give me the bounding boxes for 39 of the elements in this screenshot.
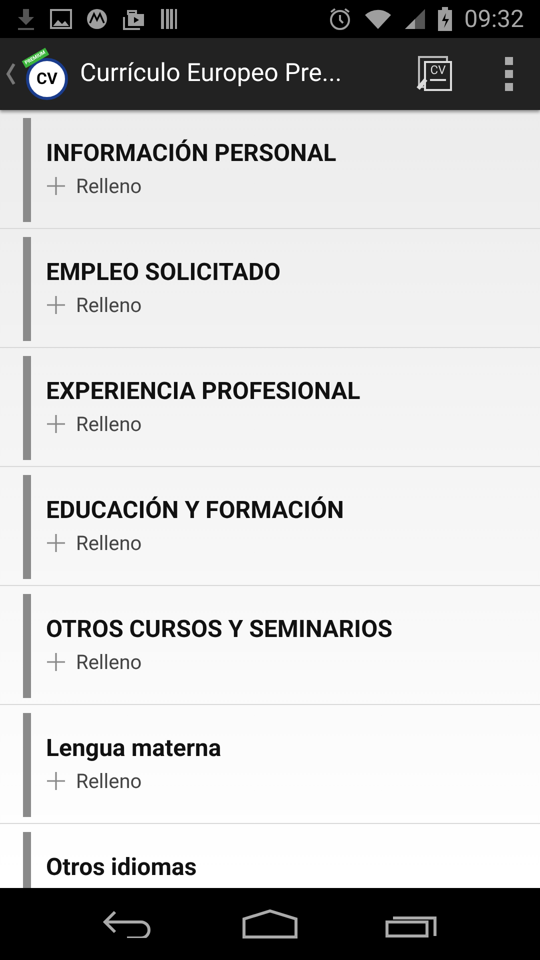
section-title: INFORMACIÓN PERSONAL <box>46 138 336 168</box>
back-caret-icon <box>6 63 16 85</box>
section-card[interactable]: EXPERIENCIA PROFESIONAL Relleno <box>0 348 540 467</box>
home-icon[interactable] <box>242 909 298 939</box>
circle-logo-icon <box>86 8 108 30</box>
section-card[interactable]: EDUCACIÓN Y FORMACIÓN Relleno <box>0 467 540 586</box>
section-card[interactable]: EMPLEO SOLICITADO Relleno <box>0 229 540 348</box>
clock-time: 09:32 <box>464 7 524 31</box>
alarm-icon <box>328 7 352 31</box>
fill-button[interactable]: Relleno <box>46 771 222 791</box>
section-title: EXPERIENCIA PROFESIONAL <box>46 376 360 406</box>
app-title: Currículo Europeo Pre... <box>80 58 342 90</box>
section-title: Otros idiomas <box>46 852 197 882</box>
play-bag-icon <box>122 7 146 31</box>
section-title: Lengua materna <box>46 733 222 763</box>
signal-icon <box>404 8 426 30</box>
section-title: OTROS CURSOS Y SEMINARIOS <box>46 614 392 644</box>
fill-button[interactable]: Relleno <box>46 414 360 434</box>
plus-icon <box>46 295 66 315</box>
battery-icon <box>438 7 452 31</box>
plus-icon <box>46 533 66 553</box>
download-icon <box>16 7 36 31</box>
section-card[interactable]: Lengua materna Relleno <box>0 705 540 824</box>
fill-button[interactable]: Relleno <box>46 533 344 553</box>
plus-icon <box>46 176 66 196</box>
fill-button[interactable]: Relleno <box>46 652 392 672</box>
barcode-icon <box>160 8 178 30</box>
plus-icon <box>46 414 66 434</box>
plus-icon <box>46 652 66 672</box>
plus-icon <box>46 771 66 791</box>
wifi-icon <box>364 8 392 30</box>
section-title: EMPLEO SOLICITADO <box>46 257 281 287</box>
section-card[interactable]: INFORMACIÓN PERSONAL Relleno <box>0 110 540 229</box>
fill-button[interactable]: Relleno <box>46 295 281 315</box>
section-card[interactable]: OTROS CURSOS Y SEMINARIOS Relleno <box>0 586 540 705</box>
fill-button[interactable]: Relleno <box>46 176 336 196</box>
section-title: EDUCACIÓN Y FORMACIÓN <box>46 495 344 525</box>
image-icon <box>50 9 72 29</box>
overflow-menu-button[interactable] <box>504 57 514 91</box>
